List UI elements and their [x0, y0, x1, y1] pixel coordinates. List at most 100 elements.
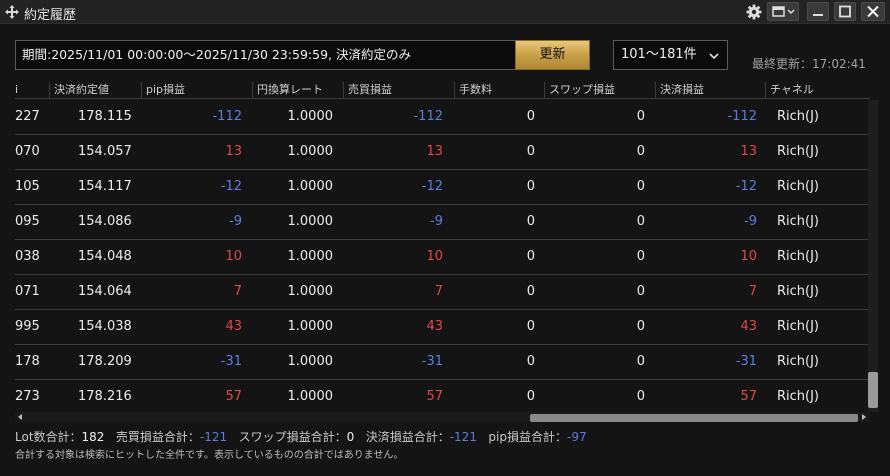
cell-jpy-rate: 1.0000 [287, 109, 334, 124]
cell-pip-pl: -31 [220, 354, 242, 369]
cell-channel: Rich(J) [777, 214, 820, 229]
cell-id: 105 [15, 179, 40, 194]
cell-jpy-rate: 1.0000 [287, 319, 334, 334]
cell-settle-price: 154.086 [78, 214, 132, 229]
cell-pip-pl: 57 [225, 389, 242, 404]
cell-pip-pl: 10 [225, 249, 242, 264]
cell-id: 070 [15, 144, 40, 159]
cell-pip-pl: -12 [220, 179, 242, 194]
cell-swap-pl: 0 [636, 389, 645, 404]
table-row[interactable]: 227 178.115 -112 1.0000 -112 0 0 -112 Rich(J) [15, 100, 870, 135]
column-header-settle-pl[interactable]: 決済損益 [655, 82, 767, 98]
range-select[interactable]: 101～181件 [613, 40, 728, 70]
table-header: i 決済約定値 pip損益 円換算レート 売買損益 手数料 スワップ損益 決済損… [15, 80, 870, 99]
cell-channel: Rich(J) [777, 354, 820, 369]
cell-jpy-rate: 1.0000 [287, 284, 334, 299]
cell-settle-pl: -112 [727, 109, 757, 124]
cell-settle-pl: 43 [740, 319, 757, 334]
update-button[interactable]: 更新 [515, 40, 590, 70]
last-updated-label: 最終更新： [752, 57, 813, 71]
table-row[interactable]: 273 178.216 57 1.0000 57 0 0 57 Rich(J) [15, 380, 870, 415]
cell-channel: Rich(J) [777, 319, 820, 334]
cell-channel: Rich(J) [777, 249, 820, 264]
cell-jpy-rate: 1.0000 [287, 354, 334, 369]
cell-jpy-rate: 1.0000 [287, 249, 334, 264]
table-row[interactable]: 178 178.209 -31 1.0000 -31 0 0 -31 Rich(J) [15, 345, 870, 380]
cell-fee: 0 [526, 284, 535, 299]
maximize-button[interactable] [834, 2, 856, 21]
swap-total-label: スワップ損益合計： [238, 430, 347, 444]
period-filter-text: 期間:2025/11/01 00:00:00～2025/11/30 23:59:… [22, 47, 411, 62]
minimize-icon [813, 14, 823, 16]
horizontal-scroll-thumb[interactable] [530, 414, 858, 422]
lot-total-label: Lot数合計： [15, 430, 82, 444]
cell-jpy-rate: 1.0000 [287, 214, 334, 229]
cell-pip-pl: 7 [233, 284, 242, 299]
cell-pip-pl: 43 [225, 319, 242, 334]
cell-fee: 0 [526, 179, 535, 194]
vertical-scroll-thumb[interactable] [868, 372, 878, 408]
table-row[interactable]: 071 154.064 7 1.0000 7 0 0 7 Rich(J) [15, 275, 870, 310]
cell-fee: 0 [526, 354, 535, 369]
cell-fee: 0 [526, 214, 535, 229]
cell-settle-price: 154.064 [78, 284, 132, 299]
cell-jpy-rate: 1.0000 [287, 144, 334, 159]
cell-swap-pl: 0 [636, 354, 645, 369]
minimize-button[interactable] [807, 2, 829, 21]
cell-id: 995 [15, 319, 40, 334]
vertical-scrollbar[interactable] [868, 100, 878, 412]
scroll-left-arrow-icon[interactable] [16, 413, 24, 421]
lot-total-value: 182 [81, 430, 105, 444]
cell-settle-price: 178.115 [78, 109, 132, 124]
pip-total-value: -97 [566, 430, 587, 444]
cell-jpy-rate: 1.0000 [287, 179, 334, 194]
cell-settle-pl: 7 [748, 284, 757, 299]
column-header-id[interactable]: i [15, 82, 27, 98]
column-header-settle-price[interactable]: 決済約定値 [49, 82, 143, 98]
column-header-trade-pl[interactable]: 売買損益 [343, 82, 455, 98]
cell-trade-pl: 43 [426, 319, 443, 334]
column-header-swap-pl[interactable]: スワップ損益 [544, 82, 656, 98]
cell-id: 071 [15, 284, 40, 299]
cell-fee: 0 [526, 109, 535, 124]
cell-id: 038 [15, 249, 40, 264]
range-select-value: 101～181件 [621, 47, 697, 62]
settle-total-label: 決済損益合計： [365, 430, 450, 444]
chevron-down-icon [709, 53, 719, 60]
cell-settle-price: 178.216 [78, 389, 132, 404]
column-header-channel[interactable]: チャネル [765, 82, 870, 98]
cell-channel: Rich(J) [777, 389, 820, 404]
table-row[interactable]: 095 154.086 -9 1.0000 -9 0 0 -9 Rich(J) [15, 205, 870, 240]
pip-total-label: pip損益合計： [488, 430, 567, 444]
cell-settle-pl: 57 [740, 389, 757, 404]
last-updated-time: 17:02:41 [812, 57, 866, 71]
column-header-jpy-rate[interactable]: 円換算レート [252, 82, 344, 98]
trade-total-value: -121 [199, 430, 228, 444]
period-filter-field[interactable]: 期間:2025/11/01 00:00:00～2025/11/30 23:59:… [15, 40, 515, 70]
cell-trade-pl: -12 [421, 179, 443, 194]
trade-total-label: 売買損益合計： [115, 430, 200, 444]
move-icon[interactable] [4, 4, 20, 20]
table-row[interactable]: 070 154.057 13 1.0000 13 0 0 13 Rich(J) [15, 135, 870, 170]
cell-settle-pl: 13 [740, 144, 757, 159]
table-row[interactable]: 038 154.048 10 1.0000 10 0 0 10 Rich(J) [15, 240, 870, 275]
cell-settle-price: 178.209 [78, 354, 132, 369]
gear-icon[interactable] [745, 3, 763, 21]
column-header-pip-pl[interactable]: pip損益 [141, 82, 253, 98]
table-row[interactable]: 995 154.038 43 1.0000 43 0 0 43 Rich(J) [15, 310, 870, 345]
cell-fee: 0 [526, 144, 535, 159]
title-bar: 約定履歴 [0, 0, 890, 24]
cell-trade-pl: -112 [413, 109, 443, 124]
panel-layout-button[interactable] [767, 2, 799, 21]
cell-settle-price: 154.057 [78, 144, 132, 159]
cell-trade-pl: 7 [434, 284, 443, 299]
close-icon [867, 5, 879, 18]
cell-trade-pl: 13 [426, 144, 443, 159]
close-button[interactable] [861, 2, 885, 21]
cell-channel: Rich(J) [777, 284, 820, 299]
cell-settle-price: 154.117 [78, 179, 132, 194]
table-row[interactable]: 105 154.117 -12 1.0000 -12 0 0 -12 Rich(J) [15, 170, 870, 205]
scroll-right-arrow-icon[interactable] [860, 413, 868, 421]
cell-swap-pl: 0 [636, 284, 645, 299]
column-header-fee[interactable]: 手数料 [454, 82, 546, 98]
